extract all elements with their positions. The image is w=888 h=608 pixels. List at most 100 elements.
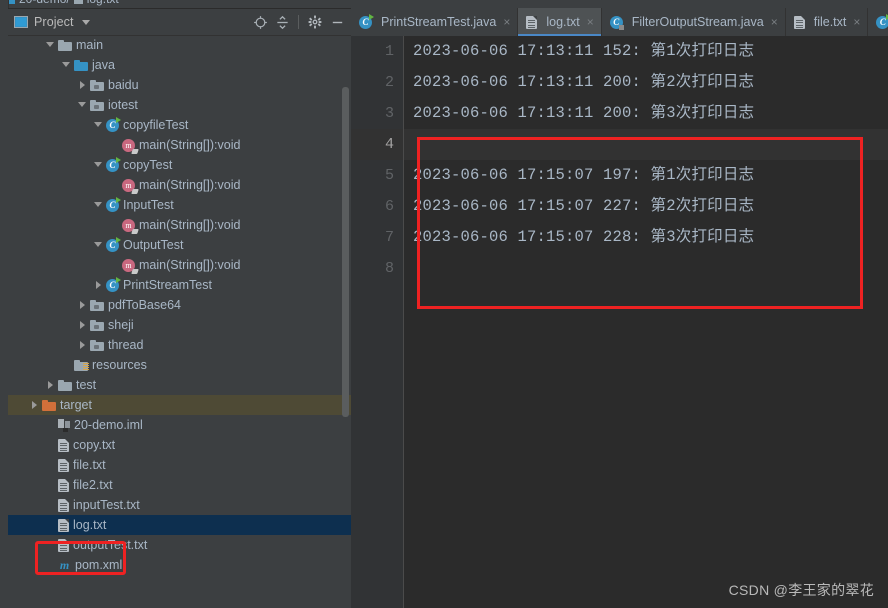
chevron-down-icon[interactable]: [46, 40, 56, 50]
close-icon[interactable]: ×: [853, 16, 860, 28]
tree-item[interactable]: CcopyfileTest: [8, 115, 351, 135]
tree-item[interactable]: iotest: [8, 95, 351, 115]
tree-item-label: main(String[]):void: [139, 218, 241, 232]
collapse-all-icon[interactable]: [272, 12, 292, 32]
tree-item-label: thread: [108, 338, 144, 352]
tree-item[interactable]: m main(String[]):void: [8, 175, 351, 195]
tree-item[interactable]: m main(String[]):void: [8, 135, 351, 155]
tree-item[interactable]: log.txt: [8, 515, 351, 535]
tree-item-label: pom.xml: [75, 558, 123, 572]
java-class-locked-icon: C: [609, 15, 624, 30]
tree-item[interactable]: C OutputTest: [8, 235, 351, 255]
tree-item[interactable]: inputTest.txt: [8, 495, 351, 515]
tree-item[interactable]: target: [8, 395, 351, 415]
method-icon: m: [122, 218, 135, 232]
line-number-gutter: 1 2 3 4 5 6 7 8: [351, 36, 404, 608]
tree-item[interactable]: C PrintStreamTest: [8, 275, 351, 295]
tree-item[interactable]: main: [8, 35, 351, 55]
line-number: 8: [384, 260, 394, 277]
java-class-icon: C: [106, 196, 121, 212]
chevron-down-icon[interactable]: [94, 120, 104, 130]
tree-item-label: log.txt: [73, 518, 107, 532]
chevron-right-icon[interactable]: [94, 280, 104, 290]
package-folder-icon: [90, 79, 104, 91]
tree-item[interactable]: test: [8, 375, 351, 395]
project-tree[interactable]: main java baidu iotest CcopyfileTest m main(St…: [8, 35, 351, 608]
code-text-area[interactable]: 2023-06-06 17:13:11 152: 第1次打印日志 2023-06-…: [404, 36, 888, 608]
breadcrumb-project[interactable]: 20-demo: [19, 0, 66, 6]
chevron-right-icon[interactable]: [78, 80, 88, 90]
editor-tab-overflow[interactable]: C: [868, 8, 888, 36]
code-line: 2023-06-06 17:13:11 200: 第3次打印日志: [413, 104, 755, 122]
resources-folder-icon: [74, 359, 89, 371]
tree-item[interactable]: file2.txt: [8, 475, 351, 495]
chevron-right-icon[interactable]: [46, 380, 56, 390]
close-icon[interactable]: ×: [503, 16, 510, 28]
chevron-right-icon[interactable]: [78, 320, 88, 330]
editor-tab-bar[interactable]: C PrintStreamTest.java × log.txt × C FilterOut…: [351, 8, 888, 36]
editor-tab[interactable]: C PrintStreamTest.java ×: [351, 8, 519, 36]
chevron-down-icon[interactable]: [78, 100, 88, 110]
editor-tab[interactable]: file.txt ×: [785, 8, 869, 36]
tree-item[interactable]: sheji: [8, 315, 351, 335]
line-number: 6: [384, 198, 394, 215]
tree-item[interactable]: thread: [8, 335, 351, 355]
breadcrumb-file[interactable]: log.txt: [87, 0, 119, 6]
tree-item[interactable]: m main(String[]):void: [8, 255, 351, 275]
tree-item[interactable]: C InputTest: [8, 195, 351, 215]
close-icon[interactable]: ×: [771, 16, 778, 28]
line-number: 7: [384, 229, 394, 246]
breadcrumb: 20-demo/ log.txt: [0, 0, 888, 8]
chevron-down-icon[interactable]: [81, 19, 90, 25]
tree-item-label: test: [76, 378, 97, 392]
tree-item-label: baidu: [108, 78, 139, 92]
tree-item[interactable]: file.txt: [8, 455, 351, 475]
select-opened-file-icon[interactable]: [250, 12, 270, 32]
tree-item[interactable]: copy.txt: [8, 435, 351, 455]
java-class-icon: C: [359, 13, 374, 29]
gear-icon[interactable]: [305, 12, 325, 32]
tree-item[interactable]: outputTest.txt: [8, 535, 351, 555]
tree-item-label: main: [76, 38, 104, 52]
tree-item[interactable]: resources: [8, 355, 351, 375]
project-view-selector[interactable]: Project: [8, 15, 90, 29]
chevron-down-icon[interactable]: [94, 240, 104, 250]
tree-item[interactable]: m main(String[]):void: [8, 215, 351, 235]
project-panel-actions: [250, 9, 347, 35]
tree-item[interactable]: baidu: [8, 75, 351, 95]
folder-icon: [42, 399, 56, 411]
editor-tab[interactable]: log.txt ×: [518, 8, 602, 36]
editor-tab[interactable]: C FilterOutputStream.java ×: [601, 8, 786, 36]
text-file-icon: [793, 15, 805, 29]
chevron-right-icon[interactable]: [30, 400, 40, 410]
line-number: 4: [351, 129, 403, 160]
text-file-icon: [58, 478, 69, 492]
tree-item[interactable]: CcopyTest: [8, 155, 351, 175]
chevron-right-icon[interactable]: [78, 300, 88, 310]
minimize-icon[interactable]: [327, 12, 347, 32]
method-icon: m: [122, 178, 135, 192]
editor-tab-label: FilterOutputStream.java: [631, 15, 764, 29]
close-icon[interactable]: ×: [587, 16, 594, 28]
tree-item[interactable]: m pom.xml: [8, 555, 351, 575]
tree-scrollbar[interactable]: [342, 87, 349, 417]
chevron-down-icon[interactable]: [62, 60, 72, 70]
folder-icon: [58, 39, 72, 51]
idea-window: 20-demo/ log.txt Project: [0, 0, 888, 608]
chevron-down-icon[interactable]: [94, 200, 104, 210]
package-folder-icon: [90, 99, 104, 111]
chevron-right-icon[interactable]: [78, 340, 88, 350]
tree-item[interactable]: 20-demo.iml: [8, 415, 351, 435]
tree-item[interactable]: java: [8, 55, 351, 75]
tree-item[interactable]: pdfToBase64: [8, 295, 351, 315]
tree-item-label: 20-demo.iml: [74, 418, 143, 432]
chevron-down-icon[interactable]: [94, 160, 104, 170]
line-number: 2: [384, 74, 394, 91]
tree-item-label: main(String[]):void: [139, 178, 241, 192]
